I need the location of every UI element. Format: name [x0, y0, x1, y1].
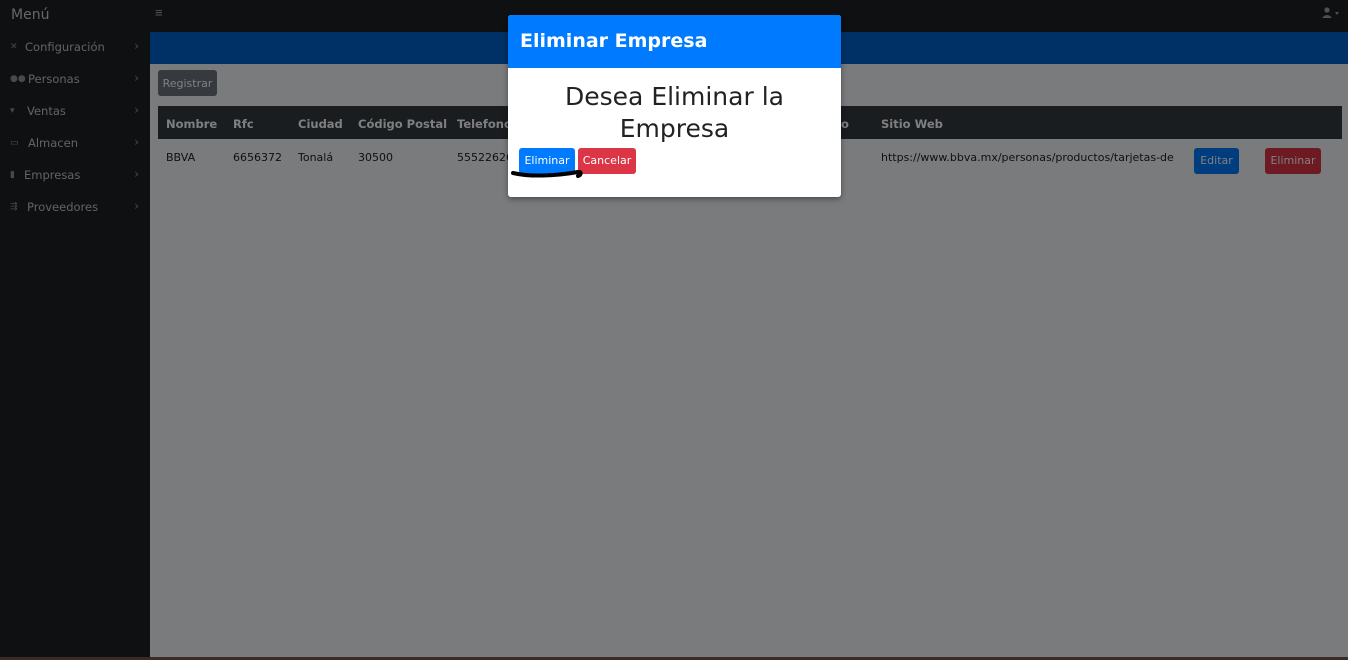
pen-annotation-mark	[511, 169, 583, 178]
modal-title: Eliminar Empresa	[520, 30, 708, 52]
cancel-button[interactable]: Cancelar	[578, 148, 636, 174]
modal-header: Eliminar Empresa	[508, 15, 841, 68]
modal-question: Desea Eliminar la Empresa	[565, 82, 784, 143]
